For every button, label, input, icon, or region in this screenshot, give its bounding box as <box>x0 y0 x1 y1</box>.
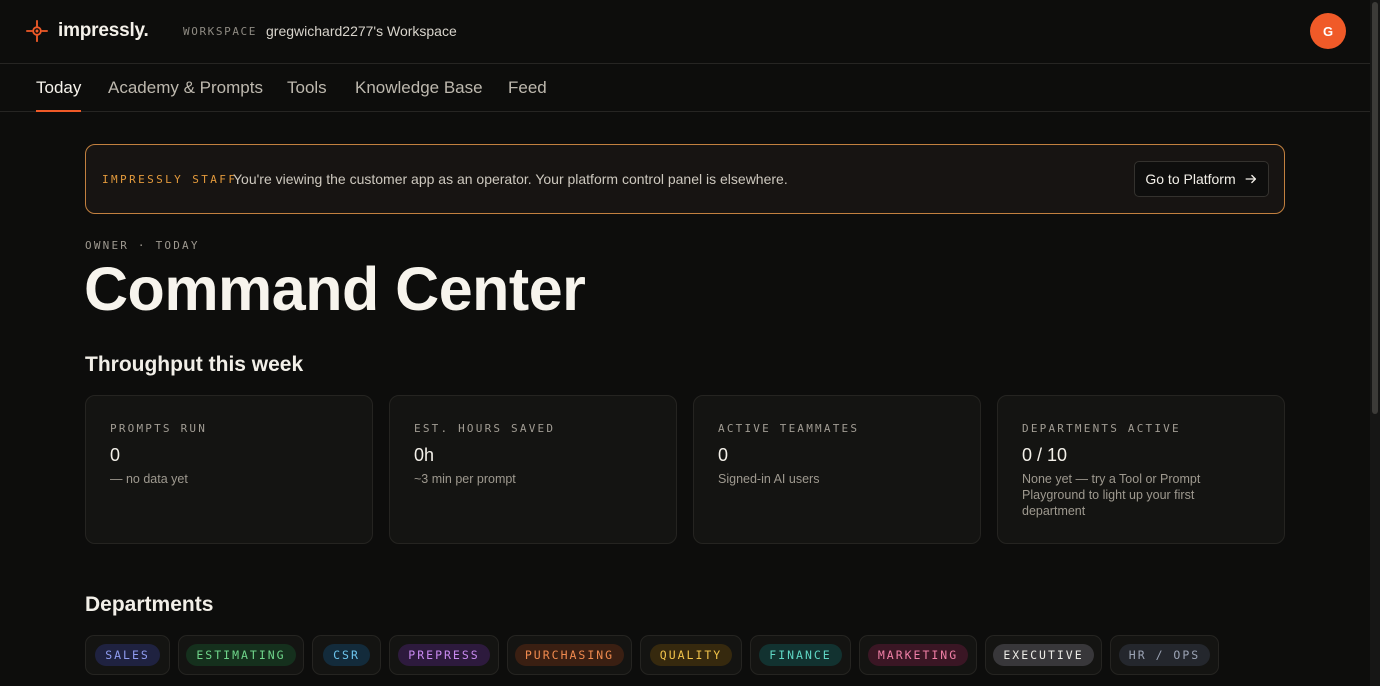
tab-today[interactable]: Today <box>36 64 82 112</box>
dept-label: QUALITY <box>649 644 733 666</box>
dept-label: ESTIMATING <box>186 644 296 666</box>
stat-note: — no data yet <box>110 472 188 486</box>
brand-logo[interactable]: impressly. <box>26 20 149 42</box>
stat-value: 0 <box>718 445 729 465</box>
stat-value: 0 / 10 <box>1022 445 1068 465</box>
stat-card-hours-saved: EST. HOURS SAVED 0h ~3 min per prompt <box>389 395 677 544</box>
tab-academy-prompts[interactable]: Academy & Prompts <box>108 64 263 111</box>
workspace-name: gregwichard2277's Workspace <box>266 23 457 39</box>
dept-executive[interactable]: EXECUTIVE <box>985 635 1102 675</box>
throughput-title: Throughput this week <box>85 353 304 376</box>
dept-hr-ops[interactable]: HR / OPS <box>1110 635 1219 675</box>
dept-label: MARKETING <box>867 644 969 666</box>
top-bar: impressly. WORKSPACE gregwichard2277's W… <box>0 0 1370 64</box>
workspace-switcher[interactable]: WORKSPACE gregwichard2277's Workspace <box>183 23 457 39</box>
stat-card-prompts-run: PROMPTS RUN 0 — no data yet <box>85 395 373 544</box>
page-scrollbar[interactable] <box>1370 0 1380 686</box>
dept-estimating[interactable]: ESTIMATING <box>178 635 304 675</box>
staff-tag: IMPRESSLY STAFF <box>102 173 238 186</box>
stat-label: EST. HOURS SAVED <box>414 422 556 435</box>
dept-label: CSR <box>323 644 370 666</box>
dept-label: EXECUTIVE <box>993 644 1094 666</box>
departments-title: Departments <box>85 593 214 616</box>
dept-sales[interactable]: SALES <box>85 635 170 675</box>
stat-value: 0h <box>414 445 435 465</box>
scrollbar-thumb[interactable] <box>1372 2 1378 414</box>
dept-label: FINANCE <box>759 644 842 666</box>
brand-name: impressly. <box>58 20 149 41</box>
staff-banner: IMPRESSLY STAFF You're viewing the custo… <box>85 144 1285 214</box>
dept-prepress[interactable]: PREPRESS <box>389 635 499 675</box>
stat-card-active-teammates: ACTIVE TEAMMATES 0 Signed-in AI users <box>693 395 981 544</box>
workspace-label: WORKSPACE <box>183 24 258 38</box>
stat-note: ~3 min per prompt <box>414 472 516 486</box>
stat-note: Signed-in AI users <box>718 472 820 486</box>
stat-label: DEPARTMENTS ACTIVE <box>1022 422 1181 435</box>
stat-value: 0 <box>110 445 121 465</box>
page: impressly. WORKSPACE gregwichard2277's W… <box>0 0 1380 686</box>
go-to-platform-button[interactable]: Go to Platform <box>1134 161 1269 197</box>
main-tabs: Today Academy & Prompts Tools Knowledge … <box>0 64 1370 112</box>
dept-csr[interactable]: CSR <box>312 635 381 675</box>
stat-label: ACTIVE TEAMMATES <box>718 422 860 435</box>
staff-message: You're viewing the customer app as an op… <box>233 171 788 187</box>
dept-quality[interactable]: QUALITY <box>640 635 742 675</box>
tab-knowledge-base[interactable]: Knowledge Base <box>355 64 483 111</box>
user-avatar[interactable]: G <box>1310 13 1346 49</box>
page-eyebrow: OWNER · TODAY <box>85 239 200 252</box>
dept-label: PREPRESS <box>398 644 490 666</box>
dept-label: HR / OPS <box>1118 644 1211 666</box>
stat-card-departments-active: DEPARTMENTS ACTIVE 0 / 10 None yet — try… <box>997 395 1285 544</box>
dept-marketing[interactable]: MARKETING <box>859 635 977 675</box>
page-title: Command Center <box>84 255 586 323</box>
tab-tools[interactable]: Tools <box>287 64 327 111</box>
arrow-right-icon <box>1245 174 1256 184</box>
stat-note: None yet — try a Tool or Prompt Playgrou… <box>1022 472 1201 518</box>
go-to-platform-label: Go to Platform <box>1145 171 1236 187</box>
spark-logo-icon <box>26 20 48 42</box>
dept-finance[interactable]: FINANCE <box>750 635 851 675</box>
dept-label: SALES <box>95 644 160 666</box>
dept-purchasing[interactable]: PURCHASING <box>507 635 632 675</box>
dept-label: PURCHASING <box>514 644 625 666</box>
stat-label: PROMPTS RUN <box>110 422 208 435</box>
tab-feed[interactable]: Feed <box>508 64 547 111</box>
